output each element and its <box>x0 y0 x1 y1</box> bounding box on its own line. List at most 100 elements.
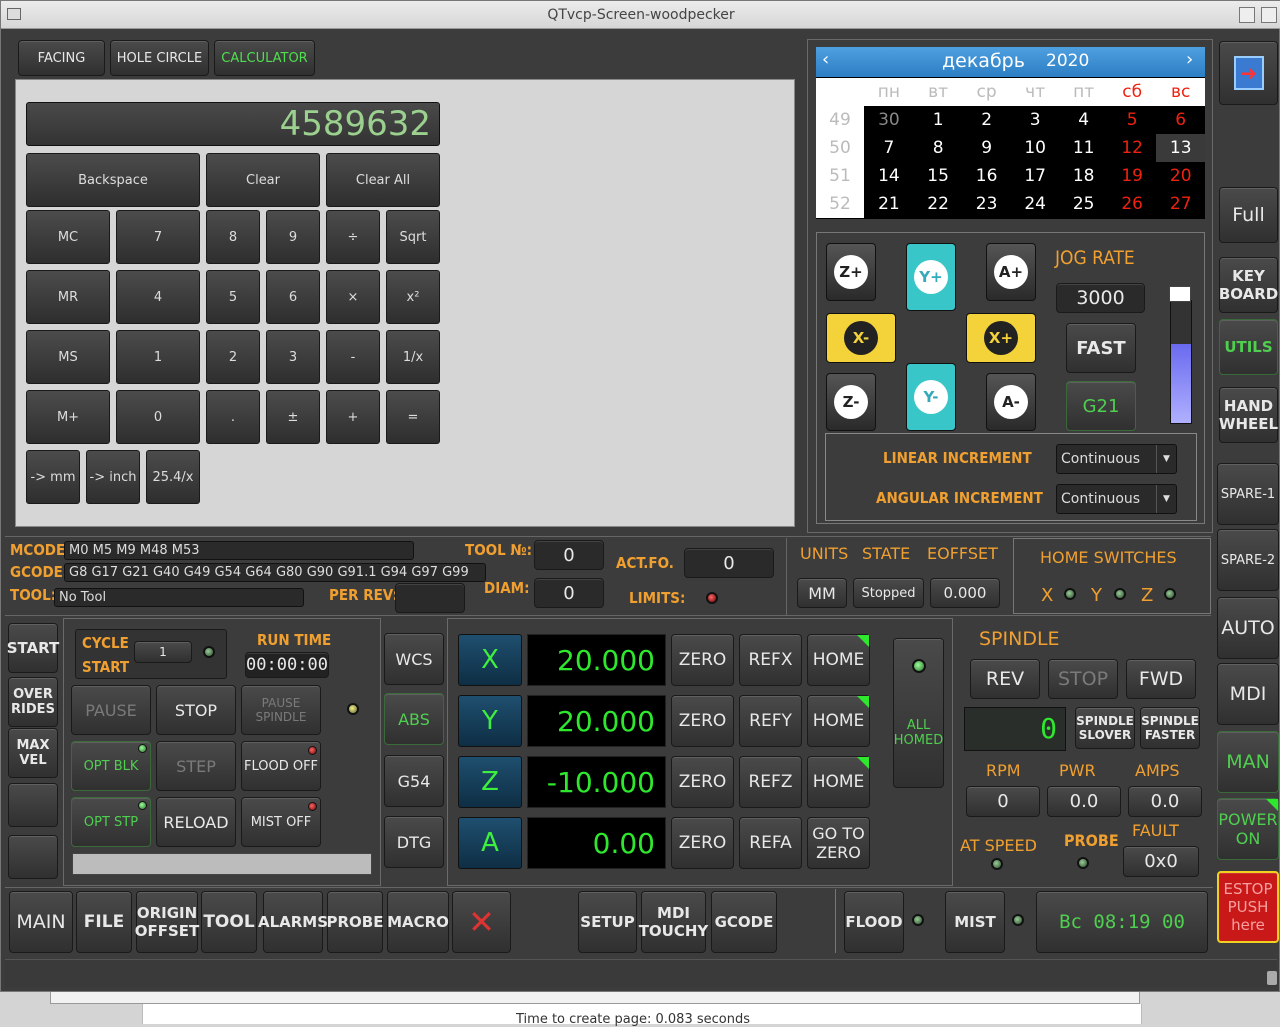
zero-button[interactable]: ZERO <box>671 634 734 686</box>
maximize-icon[interactable] <box>1261 7 1277 23</box>
calc-key[interactable]: 8 <box>206 210 260 264</box>
calendar-day[interactable]: 25 <box>1059 190 1108 218</box>
man-button[interactable]: MAN <box>1217 731 1279 793</box>
calendar-day[interactable]: 8 <box>914 134 963 162</box>
next-month-icon[interactable]: › <box>1186 49 1193 70</box>
power-on-button[interactable]: POWER ON <box>1217 798 1279 860</box>
calc-key[interactable]: ÷ <box>326 210 380 264</box>
ref-button[interactable]: REFX <box>739 634 802 686</box>
jog-rate-slider[interactable] <box>1169 286 1193 426</box>
calendar-day[interactable]: 2 <box>962 106 1011 134</box>
nav-probe-button[interactable]: PROBE <box>327 891 384 953</box>
axis-label[interactable]: Z <box>458 756 522 808</box>
calendar-day[interactable]: 5 <box>1108 106 1157 134</box>
nav-macro-button[interactable]: MACRO <box>387 891 449 953</box>
calc-key[interactable]: 7 <box>116 210 200 264</box>
calendar-day[interactable]: 6 <box>1156 106 1205 134</box>
calendar-month[interactable]: декабрь <box>942 50 1025 72</box>
calendar-year[interactable]: 2020 <box>1046 51 1089 71</box>
flood-button[interactable]: FLOOD <box>844 891 904 953</box>
calendar-day[interactable]: 3 <box>1011 106 1060 134</box>
max-vel-button[interactable]: MAX VEL <box>8 728 58 778</box>
calendar-day[interactable]: 14 <box>864 162 914 190</box>
jog-a-plus-button[interactable]: A+ <box>986 243 1036 301</box>
jog-x-minus-button[interactable]: X- <box>826 313 896 363</box>
calc-key[interactable]: Clear <box>206 153 320 207</box>
spindle-faster-button[interactable]: SPINDLE FASTER <box>1140 707 1200 749</box>
calendar-day[interactable]: 15 <box>914 162 963 190</box>
calc-key[interactable]: 6 <box>266 270 320 324</box>
estop-button[interactable]: ESTOP PUSH here <box>1217 871 1279 943</box>
calendar-day[interactable]: 10 <box>1011 134 1060 162</box>
full-button[interactable]: Full <box>1219 187 1278 243</box>
jog-a-minus-button[interactable]: A- <box>986 373 1036 431</box>
g21-button[interactable]: G21 <box>1066 381 1136 431</box>
resize-grip-icon[interactable] <box>1267 971 1277 985</box>
calc-key[interactable]: Clear All <box>326 153 440 207</box>
calc-key[interactable]: 25.4/x <box>146 450 200 504</box>
step-button[interactable]: STEP <box>156 741 236 791</box>
calc-key[interactable]: 9 <box>266 210 320 264</box>
mist-button[interactable]: MIST <box>945 891 1005 953</box>
axis-label[interactable]: Y <box>458 695 522 747</box>
zero-button[interactable]: ZERO <box>671 695 734 747</box>
calendar-day[interactable]: 1 <box>914 106 963 134</box>
calendar-day[interactable]: 12 <box>1108 134 1157 162</box>
calc-key[interactable]: Sqrt <box>386 210 440 264</box>
exit-button[interactable]: ➜ <box>1219 41 1278 105</box>
start-button[interactable]: START <box>7 623 59 673</box>
minimize-icon[interactable] <box>1239 7 1255 23</box>
calendar-day[interactable]: 19 <box>1108 162 1157 190</box>
tab-facing[interactable]: FACING <box>18 40 105 76</box>
ref-button[interactable]: REFA <box>739 817 802 869</box>
nav-mdi-touchy-button[interactable]: MDI TOUCHY <box>639 891 708 953</box>
calendar-day[interactable]: 9 <box>962 134 1011 162</box>
calendar-day[interactable]: 24 <box>1011 190 1060 218</box>
keyboard-button[interactable]: KEY BOARD <box>1219 257 1278 313</box>
calendar-day[interactable]: 4 <box>1059 106 1108 134</box>
nav-tools-icon-button[interactable]: ✕ <box>452 891 511 953</box>
nav-gcode-button[interactable]: GCODE <box>711 891 777 953</box>
calendar-day[interactable]: 18 <box>1059 162 1108 190</box>
calc-key[interactable]: 4 <box>116 270 200 324</box>
abs-button[interactable]: ABS <box>384 693 444 745</box>
calendar-day[interactable]: 27 <box>1156 190 1205 218</box>
blank-button-1[interactable] <box>8 783 58 827</box>
calc-key[interactable]: Backspace <box>26 153 200 207</box>
nav-alarms-button[interactable]: ALARMS <box>258 891 328 953</box>
nav-main-button[interactable]: MAIN <box>9 891 73 953</box>
axis-label[interactable]: A <box>458 817 522 869</box>
calendar-day[interactable]: 21 <box>864 190 914 218</box>
jog-z-plus-button[interactable]: Z+ <box>826 243 876 301</box>
calc-key[interactable]: 0 <box>116 390 200 444</box>
auto-button[interactable]: AUTO <box>1217 597 1279 659</box>
spindle-rev-button[interactable]: REV <box>970 659 1040 699</box>
calc-key[interactable]: - <box>326 330 380 384</box>
calendar-day[interactable]: 16 <box>962 162 1011 190</box>
spare1-button[interactable]: SPARE-1 <box>1217 463 1279 525</box>
calc-key[interactable]: ± <box>266 390 320 444</box>
prev-month-icon[interactable]: ‹ <box>822 49 829 70</box>
calc-key[interactable]: 1/x <box>386 330 440 384</box>
handwheel-button[interactable]: HAND WHEEL <box>1219 387 1278 443</box>
blank-button-2[interactable] <box>8 835 58 879</box>
spare2-button[interactable]: SPARE-2 <box>1217 529 1279 591</box>
calendar-day[interactable]: 26 <box>1108 190 1157 218</box>
fast-button[interactable]: FAST <box>1066 323 1136 373</box>
cycle-start-text[interactable]: CYCLE START <box>82 631 129 679</box>
calc-key[interactable]: MC <box>26 210 110 264</box>
calc-key[interactable]: = <box>386 390 440 444</box>
calc-key[interactable]: -> mm <box>26 450 80 504</box>
calc-key[interactable]: 2 <box>206 330 260 384</box>
calendar-day[interactable]: 11 <box>1059 134 1108 162</box>
home-button[interactable]: HOME <box>807 695 870 747</box>
calc-key[interactable]: MR <box>26 270 110 324</box>
calc-key[interactable]: × <box>326 270 380 324</box>
jog-x-plus-button[interactable]: X+ <box>966 313 1036 363</box>
calc-key[interactable]: -> inch <box>86 450 140 504</box>
spindle-fwd-button[interactable]: FWD <box>1126 659 1196 699</box>
mdi-button[interactable]: MDI <box>1217 663 1279 725</box>
tab-calculator[interactable]: CALCULATOR <box>214 40 315 76</box>
calendar-day[interactable]: 17 <box>1011 162 1060 190</box>
calendar-day[interactable]: 30 <box>864 106 914 134</box>
